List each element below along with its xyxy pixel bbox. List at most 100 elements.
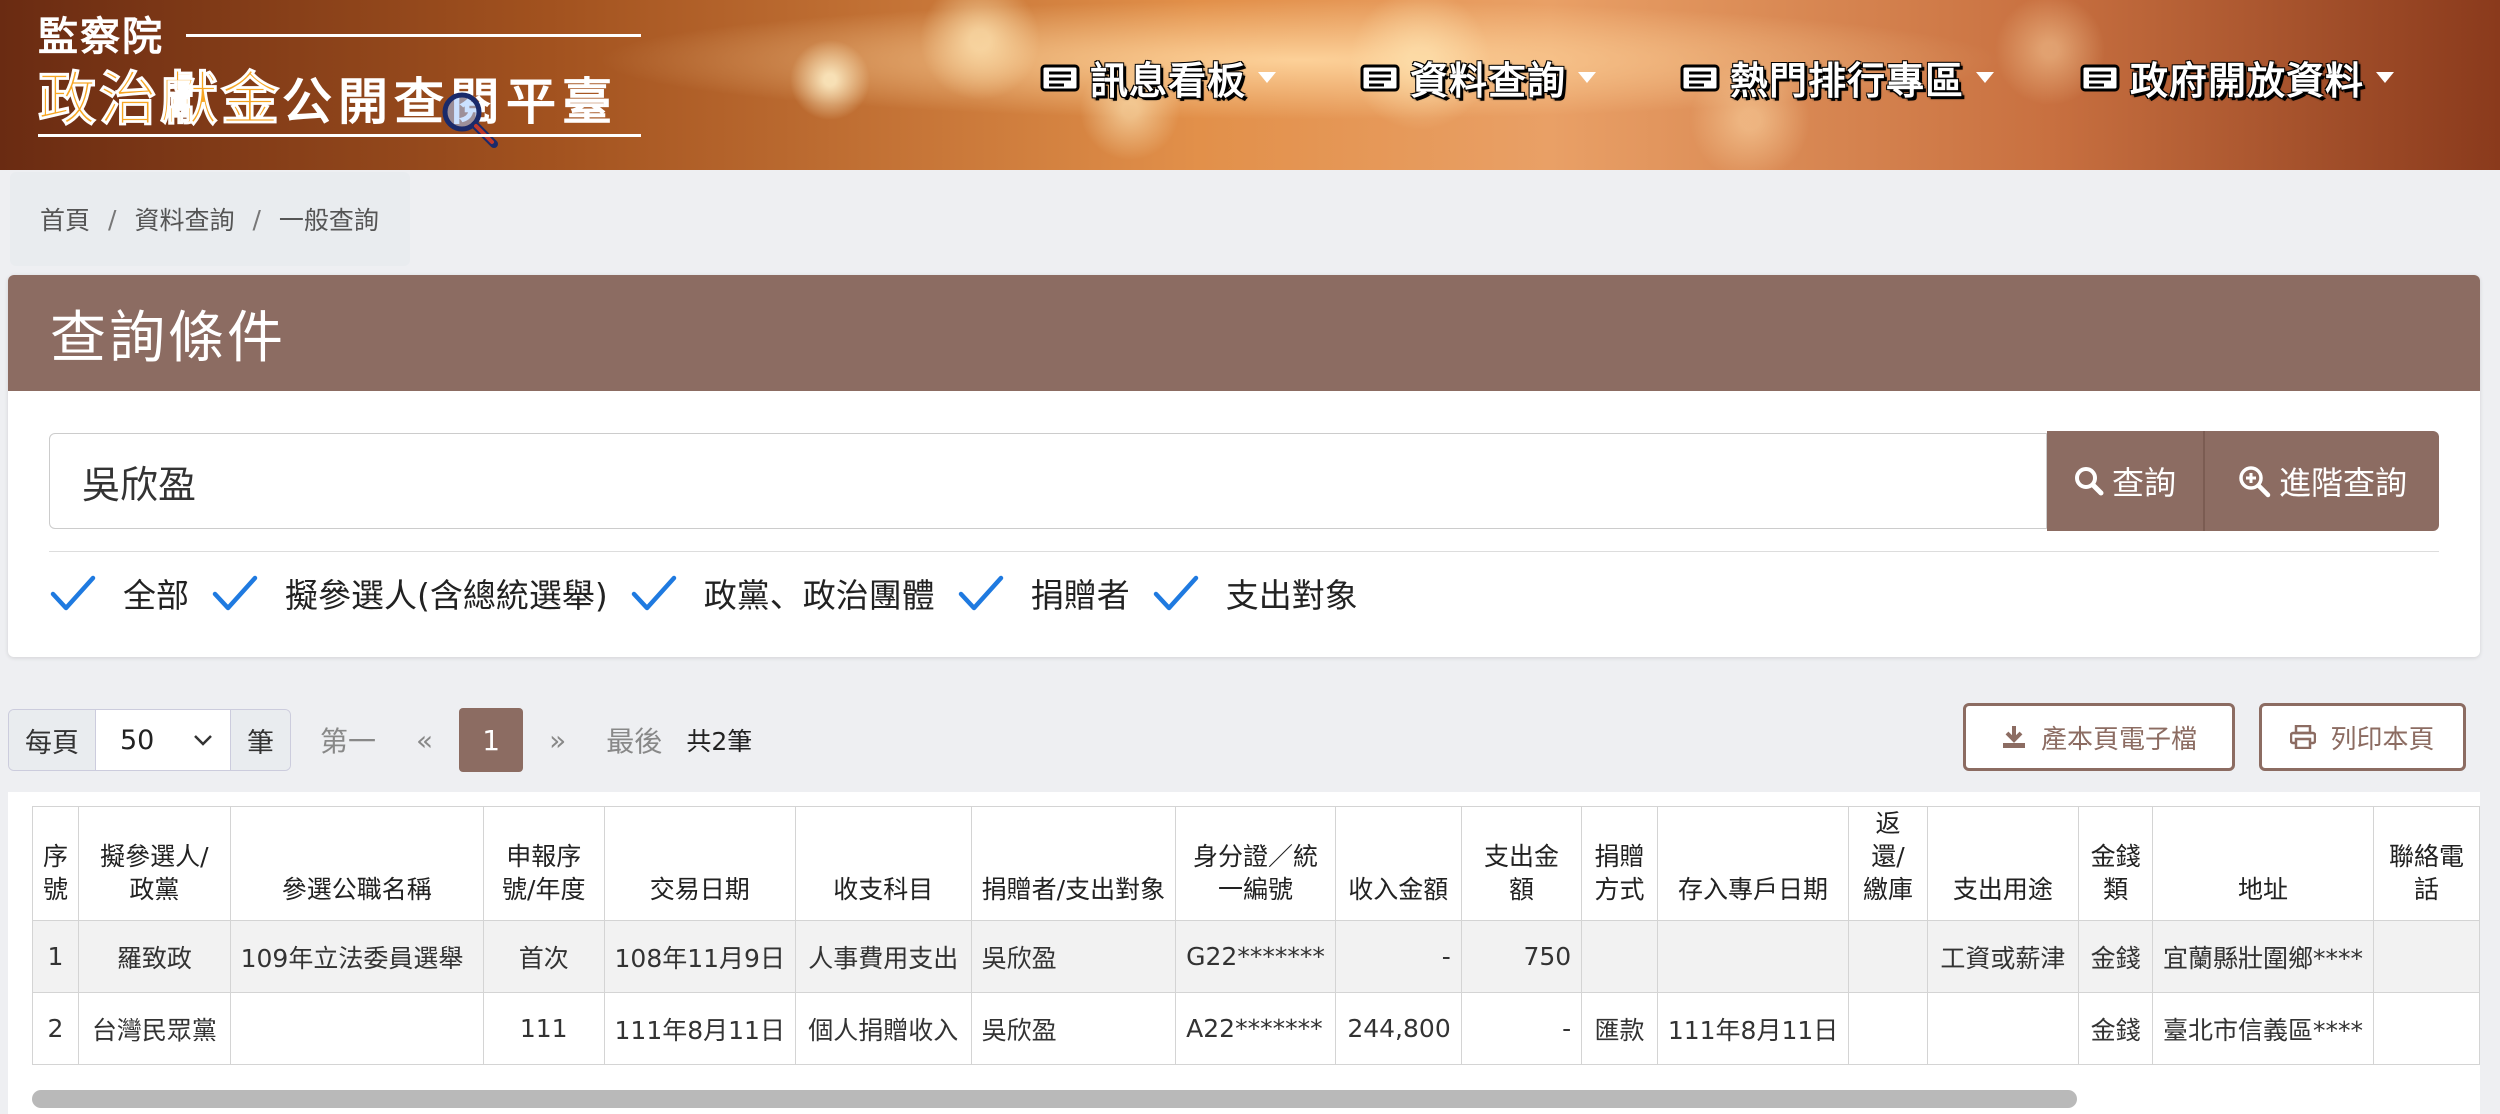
table-cell: 1 xyxy=(31,920,80,993)
check-icon xyxy=(50,575,96,611)
col-header[interactable]: 參選公職名稱 xyxy=(229,806,484,921)
table-cell xyxy=(1656,920,1850,993)
page-first[interactable]: 第一 xyxy=(300,720,396,760)
nav-data-query[interactable]: 資料查詢 xyxy=(1360,50,1597,105)
col-header[interactable]: 聯絡電話 xyxy=(2373,806,2480,921)
horizontal-scrollbar[interactable] xyxy=(32,1090,2077,1108)
search-button[interactable]: 查詢 xyxy=(2047,431,2205,531)
nav-label: 資料查詢 xyxy=(1410,59,1567,103)
col-header[interactable]: 支出用途 xyxy=(1926,806,2080,921)
col-header[interactable]: 返還/繳庫 xyxy=(1848,806,1928,921)
print-button[interactable]: 列印本頁 xyxy=(2259,703,2466,771)
check-icon xyxy=(212,575,258,611)
page-last[interactable]: 最後 xyxy=(586,720,682,760)
table-cell: 111 xyxy=(482,992,605,1065)
col-header[interactable]: 申報序號/年度 xyxy=(482,806,605,921)
per-page-suffix: 筆 xyxy=(231,710,290,770)
breadcrumb-data-query[interactable]: 資料查詢 xyxy=(134,201,234,237)
col-header[interactable]: 地址 xyxy=(2152,806,2375,921)
search-button-label: 查詢 xyxy=(2111,464,2176,502)
search-row: 查詢 進階查詢 xyxy=(49,431,2439,531)
col-header[interactable]: 捐贈者/支出對象 xyxy=(970,806,1177,921)
col-header[interactable]: 存入專戶日期 xyxy=(1656,806,1850,921)
page-current[interactable]: 1 xyxy=(459,708,524,772)
nav-popular-ranking[interactable]: 熱門排行專區 xyxy=(1680,50,1995,105)
table-cell: G22******* xyxy=(1175,920,1336,993)
table-row: 2 台灣民眾黨 111 111年8月11日 個人捐贈收入 吳欣盈 A22****… xyxy=(31,992,2480,1065)
check-icon xyxy=(631,575,676,611)
filter-label: 全部 xyxy=(123,576,189,615)
table-cell: 109年立法委員選舉 xyxy=(229,920,484,993)
table-cell: 244,800 xyxy=(1334,992,1462,1065)
per-page-prefix: 每頁 xyxy=(9,710,95,770)
table-cell: 個人捐贈收入 xyxy=(794,992,972,1065)
filter-party[interactable]: 政黨、政治團體 xyxy=(630,569,935,617)
newspaper-icon xyxy=(1360,64,1400,91)
col-header[interactable]: 收入金額 xyxy=(1334,806,1462,921)
filter-donor[interactable]: 捐贈者 xyxy=(957,569,1130,617)
download-icon xyxy=(2002,726,2025,748)
logo-highlight: 政治獻金 xyxy=(37,65,283,134)
caret-down-icon xyxy=(1258,72,1277,83)
caret-down-icon xyxy=(2376,72,2395,83)
filter-all[interactable]: 全部 xyxy=(49,569,189,617)
nav-message-board[interactable]: 訊息看板 xyxy=(1040,50,1277,105)
col-header[interactable]: 序號 xyxy=(31,806,80,921)
check-icon xyxy=(1153,575,1198,611)
col-header[interactable]: 擬參選人/政黨 xyxy=(78,806,231,921)
nav-label: 政府開放資料 xyxy=(2130,59,2365,103)
nav-open-data[interactable]: 政府開放資料 xyxy=(2080,50,2395,105)
col-header[interactable]: 捐贈方式 xyxy=(1581,806,1658,921)
search-icon xyxy=(2074,467,2104,496)
table-cell: - xyxy=(1334,920,1462,993)
per-page-select[interactable]: 50 xyxy=(95,710,231,770)
table-cell: 人事費用支出 xyxy=(794,920,972,993)
newspaper-icon xyxy=(1040,64,1080,91)
print-label: 列印本頁 xyxy=(2330,724,2435,755)
table-cell: 匯款 xyxy=(1581,992,1658,1065)
table-row: 1 羅致政 109年立法委員選舉 首次 108年11月9日 人事費用支出 吳欣盈… xyxy=(31,920,2480,993)
table-cell: A22******* xyxy=(1175,992,1336,1065)
table-header-row: 序號 擬參選人/政黨 參選公職名稱 申報序號/年度 交易日期 收支科目 捐贈者/… xyxy=(31,806,2480,921)
table-cell: 金錢 xyxy=(2078,920,2154,993)
zoom-in-icon xyxy=(2239,466,2271,498)
filter-label: 捐贈者 xyxy=(1030,576,1130,615)
table-cell: 首次 xyxy=(482,920,605,993)
site-logo[interactable]: 政治獻金公開查閱平臺 xyxy=(37,52,618,136)
export-button[interactable]: 產本頁電子檔 xyxy=(1963,703,2235,771)
table-cell: 750 xyxy=(1460,920,1583,993)
per-page-control: 每頁 50 筆 xyxy=(8,709,291,771)
chevron-down-icon xyxy=(194,735,212,746)
advanced-search-button[interactable]: 進階查詢 xyxy=(2205,431,2439,531)
table-cell xyxy=(1926,992,2080,1065)
per-page-value: 50 xyxy=(120,724,155,756)
page-next[interactable]: » xyxy=(529,724,586,757)
col-header[interactable]: 收支科目 xyxy=(794,806,972,921)
site-header: 監察院 政治獻金公開查閱平臺 訊息看板 資料查詢 熱門排行專區 政府開放資料 xyxy=(0,0,2500,170)
table-cell: 金錢 xyxy=(2078,992,2154,1065)
caret-down-icon xyxy=(1976,72,1995,83)
filter-label: 擬參選人(含總統選舉) xyxy=(285,576,608,615)
table-cell: 宜蘭縣壯圍鄉**** xyxy=(2152,920,2375,993)
table-cell: 111年8月11日 xyxy=(603,992,796,1065)
table-cell: 工資或薪津 xyxy=(1926,920,2080,993)
logo-divider-bottom xyxy=(38,134,641,137)
advanced-search-label: 進階查詢 xyxy=(2278,464,2407,502)
table-cell: 2 xyxy=(31,992,80,1065)
col-header[interactable]: 金錢類 xyxy=(2078,806,2154,921)
col-header[interactable]: 身分證／統一編號 xyxy=(1175,806,1336,921)
page-prev[interactable]: « xyxy=(396,724,453,757)
filter-label: 政黨、政治團體 xyxy=(703,576,935,615)
table-cell: 吳欣盈 xyxy=(970,920,1177,993)
results-table: 序號 擬參選人/政黨 參選公職名稱 申報序號/年度 交易日期 收支科目 捐贈者/… xyxy=(31,806,2480,1065)
total-count: 共2筆 xyxy=(686,727,753,756)
filter-candidate[interactable]: 擬參選人(含總統選舉) xyxy=(211,569,608,617)
filter-expense-target[interactable]: 支出對象 xyxy=(1152,569,1358,617)
col-header[interactable]: 支出金額 xyxy=(1460,806,1583,921)
search-input[interactable] xyxy=(49,433,2047,529)
breadcrumb: 首頁 / 資料查詢 / 一般查詢 xyxy=(10,172,410,266)
card-title: 查詢條件 xyxy=(8,275,2480,391)
breadcrumb-home[interactable]: 首頁 xyxy=(40,201,90,237)
table-cell xyxy=(1848,920,1928,993)
col-header[interactable]: 交易日期 xyxy=(603,806,796,921)
